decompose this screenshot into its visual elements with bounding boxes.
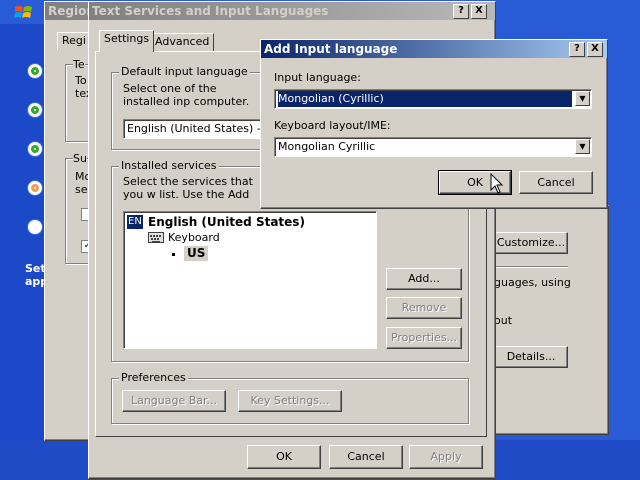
input-language-value: Mongolian (Cyrillic) xyxy=(278,91,572,107)
services-tree[interactable]: EN English (United States) Keyboard US xyxy=(123,211,377,349)
add-input-language-dialog: Add Input language ? X Input language: M… xyxy=(260,39,608,209)
desktop-radio-3[interactable] xyxy=(27,141,43,157)
tree-language-node[interactable]: English (United States) xyxy=(148,215,305,229)
default-language-desc: Select one of the installed inp computer… xyxy=(123,82,250,108)
input-language-select[interactable]: Mongolian (Cyrillic) ▼ xyxy=(274,89,592,109)
add-input-close-button[interactable]: X xyxy=(587,42,603,57)
tree-bullet xyxy=(172,253,175,256)
add-input-title: Add Input language xyxy=(264,42,398,56)
input-language-dropdown-icon[interactable]: ▼ xyxy=(575,91,590,106)
text-services-help-button[interactable]: ? xyxy=(453,4,469,19)
key-settings-button[interactable]: Key Settings... xyxy=(238,390,342,412)
regional-tab[interactable]: Regi xyxy=(57,32,91,50)
keyboard-layout-select[interactable]: Mongolian Cyrillic ▼ xyxy=(274,137,592,157)
desktop-radio-2[interactable] xyxy=(27,102,43,118)
regional-group-1-label: Te xyxy=(73,58,85,71)
keyboard-layout-dropdown-icon[interactable]: ▼ xyxy=(575,139,590,154)
ts-ok-button[interactable]: OK xyxy=(247,445,321,469)
languages-using-text: guages, using xyxy=(494,276,571,289)
mouse-cursor-icon xyxy=(490,172,504,195)
out-text: out xyxy=(494,314,513,327)
add-input-cancel-button[interactable]: Cancel xyxy=(519,171,593,194)
keyboard-layout-label: Keyboard layout/IME: xyxy=(274,119,391,132)
tab-advanced[interactable]: Advanced xyxy=(150,33,215,51)
properties-button[interactable]: Properties... xyxy=(386,327,462,349)
tab-settings[interactable]: Settings xyxy=(99,30,155,52)
input-language-label: Input language: xyxy=(274,71,361,84)
installed-services-desc: Select the services that you w list. Use… xyxy=(123,175,253,201)
ts-apply-button[interactable]: Apply xyxy=(409,445,483,469)
keyboard-icon xyxy=(148,232,164,243)
add-button[interactable]: Add... xyxy=(386,268,462,290)
preferences-label: Preferences xyxy=(119,371,188,384)
remove-button[interactable]: Remove xyxy=(386,297,462,319)
regional-group-2-label: Su xyxy=(73,152,87,165)
customize-button[interactable]: Customize... xyxy=(494,232,568,254)
ts-cancel-button[interactable]: Cancel xyxy=(329,445,403,469)
language-bar-button[interactable]: Language Bar... xyxy=(122,390,226,412)
text-services-title: Text Services and Input Languages xyxy=(92,4,329,18)
installed-services-label: Installed services xyxy=(119,159,219,172)
details-button[interactable]: Details... xyxy=(494,346,568,368)
add-input-title-bar[interactable]: Add Input language xyxy=(261,40,607,58)
desktop-radio-1[interactable] xyxy=(27,63,43,79)
regional-languages-panel: Customize... guages, using out Details..… xyxy=(490,205,609,435)
keyboard-layout-value: Mongolian Cyrillic xyxy=(278,140,376,153)
add-input-help-button[interactable]: ? xyxy=(569,42,585,57)
divider-line xyxy=(494,266,568,268)
desktop-bg-text: Set app xyxy=(25,262,49,288)
default-language-label: Default input language xyxy=(119,65,250,78)
tree-us-node[interactable]: US xyxy=(184,246,209,261)
desktop-radio-5[interactable] xyxy=(27,219,43,235)
lang-badge: EN xyxy=(127,215,143,229)
desktop-radio-4[interactable] xyxy=(27,180,43,196)
tree-keyboard-node[interactable]: Keyboard xyxy=(168,231,220,245)
text-services-title-bar[interactable]: Text Services and Input Languages xyxy=(89,2,495,20)
default-language-select[interactable]: English (United States) - US xyxy=(123,119,265,139)
text-services-close-button[interactable]: X xyxy=(471,4,487,19)
windows-flag-icon xyxy=(14,4,34,22)
